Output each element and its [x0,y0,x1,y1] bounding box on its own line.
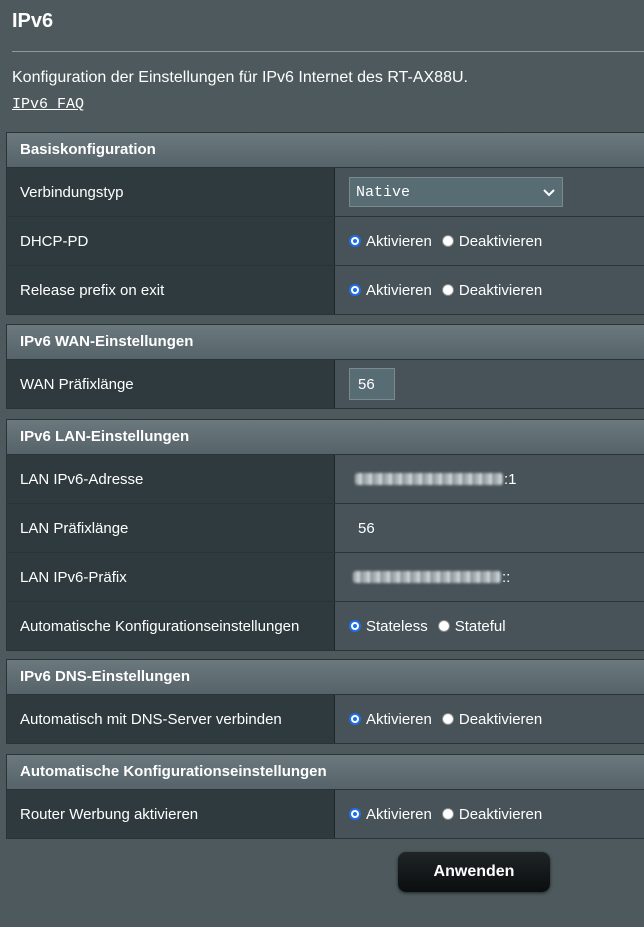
section-header: IPv6 WAN-Einstellungen [7,325,644,360]
section-header: Basiskonfiguration [7,133,644,168]
field-label: Verbindungstyp [7,168,335,216]
wan-prefix-length-row: WAN Präfixlänge 56 [7,360,644,408]
field-label: LAN IPv6-Adresse [7,455,335,503]
chevron-down-icon [543,189,555,197]
release-prefix-enable-radio[interactable]: Aktivieren [349,282,432,299]
field-label: LAN Präfixlänge [7,504,335,552]
radio-selected-icon [349,808,361,820]
field-label: Automatisch mit DNS-Server verbinden [7,695,335,743]
page-title: IPv6 [12,10,54,32]
radio-label: Deaktivieren [458,281,543,299]
connection-type-select[interactable]: Native [349,177,563,207]
radio-label: Aktivieren [366,232,432,250]
radio-label: Deaktivieren [458,805,543,823]
section-header: IPv6 LAN-Einstellungen [7,420,644,455]
stateful-radio[interactable]: Stateful [437,617,506,635]
apply-button[interactable]: Anwenden [398,852,550,892]
field-label: Automatische Konfigurationseinstellungen [7,602,335,650]
lan-settings-section: IPv6 LAN-Einstellungen LAN IPv6-Adresse … [6,419,644,651]
select-value: Native [356,183,411,201]
radio-unselected-icon [441,284,454,296]
dns-auto-disable-radio[interactable]: Deaktivieren [441,710,543,728]
lan-prefix-length-row: LAN Präfixlänge 56 [7,504,644,553]
title-divider [12,51,644,52]
dns-auto-enable-radio[interactable]: Aktivieren [349,711,432,728]
lan-prefix-row: LAN IPv6-Präfix :: [7,553,644,602]
release-prefix-disable-radio[interactable]: Deaktivieren [441,281,543,299]
autoconf-mode-row: Automatische Konfigurationseinstellungen… [7,602,644,650]
wan-prefix-length-input[interactable]: 56 [349,368,395,400]
connection-type-row: Verbindungstyp Native [7,168,644,217]
dhcp-pd-row: DHCP-PD Aktivieren Deaktivieren [7,217,644,266]
lan-prefix-suffix: :: [502,568,511,586]
radio-label: Aktivieren [366,710,432,728]
radio-label: Stateless [366,617,428,635]
lan-prefix-length-value: 56 [358,519,375,537]
radio-label: Aktivieren [366,281,432,299]
router-adv-disable-radio[interactable]: Deaktivieren [441,805,543,823]
field-label: Router Werbung aktivieren [7,790,335,838]
field-label: LAN IPv6-Präfix [7,553,335,601]
radio-selected-icon [349,713,361,725]
redacted-address [355,473,503,485]
dhcp-pd-disable-radio[interactable]: Deaktivieren [441,232,543,250]
dns-settings-section: IPv6 DNS-Einstellungen Automatisch mit D… [6,659,644,744]
radio-selected-icon [349,284,361,296]
ipv6-faq-link[interactable]: IPv6 FAQ [12,96,84,113]
radio-unselected-icon [437,620,450,632]
lan-address-row: LAN IPv6-Adresse :1 [7,455,644,504]
field-label: DHCP-PD [7,217,335,265]
radio-selected-icon [349,620,361,632]
release-prefix-row: Release prefix on exit Aktivieren Deakti… [7,266,644,314]
radio-label: Aktivieren [366,805,432,823]
stateless-radio[interactable]: Stateless [349,618,428,635]
redacted-prefix [353,571,501,583]
lan-address-suffix: :1 [504,470,517,488]
radio-selected-icon [349,235,361,247]
field-label: Release prefix on exit [7,266,335,314]
radio-unselected-icon [441,713,454,725]
radio-unselected-icon [441,808,454,820]
dns-auto-row: Automatisch mit DNS-Server verbinden Akt… [7,695,644,743]
radio-unselected-icon [441,235,454,247]
section-header: IPv6 DNS-Einstellungen [7,660,644,695]
wan-settings-section: IPv6 WAN-Einstellungen WAN Präfixlänge 5… [6,324,644,409]
page-description: Konfiguration der Einstellungen für IPv6… [12,69,468,86]
section-header: Automatische Konfigurationseinstellungen [7,755,644,790]
radio-label: Deaktivieren [458,710,543,728]
basic-config-section: Basiskonfiguration Verbindungstyp Native… [6,132,644,315]
router-adv-enable-radio[interactable]: Aktivieren [349,806,432,823]
field-label: WAN Präfixlänge [7,360,335,408]
radio-label: Stateful [454,617,506,635]
autoconfig-section: Automatische Konfigurationseinstellungen… [6,754,644,839]
radio-label: Deaktivieren [458,232,543,250]
dhcp-pd-enable-radio[interactable]: Aktivieren [349,233,432,250]
router-advertisement-row: Router Werbung aktivieren Aktivieren Dea… [7,790,644,838]
